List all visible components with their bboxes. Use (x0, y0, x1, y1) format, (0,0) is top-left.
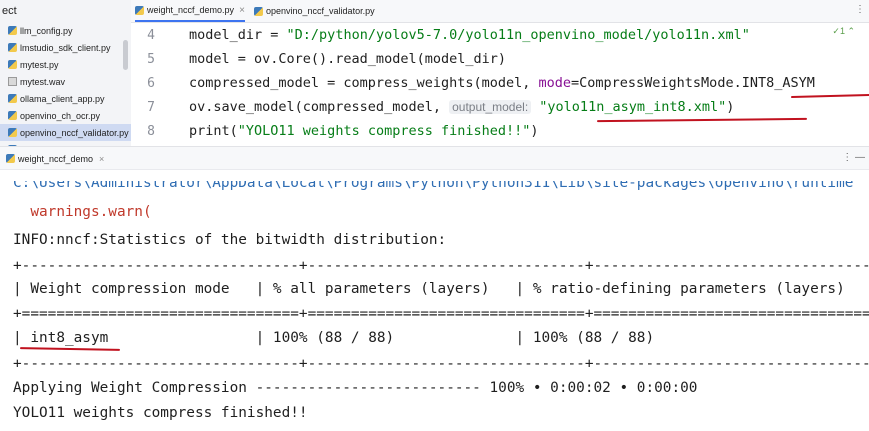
file-item[interactable]: llm_config.py (0, 22, 131, 39)
file-item[interactable]: lmstudio_sdk_client.py (0, 39, 131, 56)
line-number: 5 (147, 52, 155, 67)
file-label: lmstudio_sdk_client.py (20, 42, 111, 53)
tab-label: weight_nccf_demo.py (147, 5, 235, 15)
parameter-hint: output_model: (449, 100, 532, 114)
python-file-icon (254, 6, 263, 16)
line-number: 7 (147, 100, 155, 115)
code-line-8[interactable]: print("YOLO11 weights compress finished!… (189, 123, 539, 139)
python-file-icon (8, 43, 17, 52)
tab-weight-nccf-demo[interactable]: weight_nccf_demo.py × (135, 0, 245, 22)
tab-label: openvino_nccf_validator.py (266, 6, 375, 16)
python-file-icon (8, 94, 17, 103)
file-item[interactable]: openvino_ch_ocr.py (0, 107, 131, 124)
run-tab[interactable]: weight_nccf_demo × (6, 147, 104, 170)
console-path-line: C:\Users\Administrator\AppData\Local\Pro… (13, 175, 854, 191)
file-item[interactable]: ollama_client_app.py (0, 90, 131, 107)
file-label: openvino_ch_ocr.py (20, 110, 101, 121)
code-line-6[interactable]: compressed_model = compress_weights(mode… (189, 75, 815, 91)
code-line-7[interactable]: ov.save_model(compressed_model, output_m… (189, 99, 734, 115)
console-warning-line: warnings.warn( (13, 204, 152, 220)
file-label: mytest.py (20, 59, 59, 70)
more-options-icon[interactable]: ⋮ (855, 4, 865, 15)
editor-tab-bar: weight_nccf_demo.py × openvino_nccf_vali… (131, 0, 869, 23)
close-icon[interactable]: × (239, 5, 245, 16)
table-border-line: +================================+======… (13, 306, 869, 322)
python-file-icon (8, 128, 17, 137)
file-label: mytest.wav (20, 76, 66, 87)
table-border-line: +--------------------------------+------… (13, 356, 869, 372)
code-line-4[interactable]: model_dir = "D:/python/yolov5-7.0/yolo11… (189, 27, 750, 43)
run-tool-window-bar: weight_nccf_demo × ⋮ — (0, 146, 869, 170)
inspection-status-icon[interactable]: ✓1 ⌃ (832, 26, 855, 37)
line-number: 8 (147, 124, 155, 139)
python-file-icon (8, 60, 17, 69)
file-label: ollama_client_app.py (20, 93, 105, 104)
python-file-icon (135, 5, 144, 15)
line-number: 4 (147, 28, 155, 43)
console-output[interactable]: C:\Users\Administrator\AppData\Local\Pro… (0, 170, 869, 431)
python-file-icon (8, 111, 17, 120)
console-finish-line: YOLO11 weights compress finished!! (13, 405, 308, 421)
table-header-row: | Weight compression mode | % all parame… (13, 281, 845, 297)
file-label: llm_config.py (20, 25, 73, 36)
project-sidebar: ect llm_config.py lmstudio_sdk_client.pym… (0, 0, 132, 146)
line-number: 6 (147, 76, 155, 91)
file-item[interactable]: mytest.py (0, 56, 131, 73)
code-editor[interactable]: model_dir = "D:/python/yolov5-7.0/yolo11… (189, 23, 869, 146)
python-file-icon (8, 26, 17, 35)
console-progress-line: Applying Weight Compression ------------… (13, 380, 698, 396)
more-options-icon[interactable]: ⋮ — (842, 152, 865, 163)
line-number-gutter: 4 5 6 7 8 (131, 23, 179, 146)
annotation-underline-int8-asym (790, 93, 869, 99)
annotation-underline-output-file (596, 117, 808, 123)
sidebar-scrollbar[interactable] (123, 40, 128, 70)
table-border-line: +--------------------------------+------… (13, 258, 869, 274)
annotation-underline-int8-asym-result (19, 347, 121, 351)
audio-file-icon (8, 77, 17, 86)
file-item[interactable]: openvino_nccf_validator.py (0, 124, 131, 141)
run-tab-label: weight_nccf_demo (18, 153, 94, 164)
file-label: openvino_nccf_validator.py (20, 127, 129, 138)
file-list: llm_config.py lmstudio_sdk_client.pymytes… (0, 22, 131, 146)
python-file-icon (6, 154, 15, 163)
code-line-5[interactable]: model = ov.Core().read_model(model_dir) (189, 51, 506, 67)
close-icon[interactable]: × (99, 154, 104, 164)
file-item[interactable]: mytest.wav (0, 73, 131, 90)
project-panel-header[interactable]: ect (0, 0, 131, 22)
console-info-line: INFO:nncf:Statistics of the bitwidth dis… (13, 232, 447, 248)
tab-openvino-nccf-validator[interactable]: openvino_nccf_validator.py (254, 0, 375, 22)
table-row: | int8_asym | 100% (88 / 88) | 100% (88 … (13, 330, 655, 346)
